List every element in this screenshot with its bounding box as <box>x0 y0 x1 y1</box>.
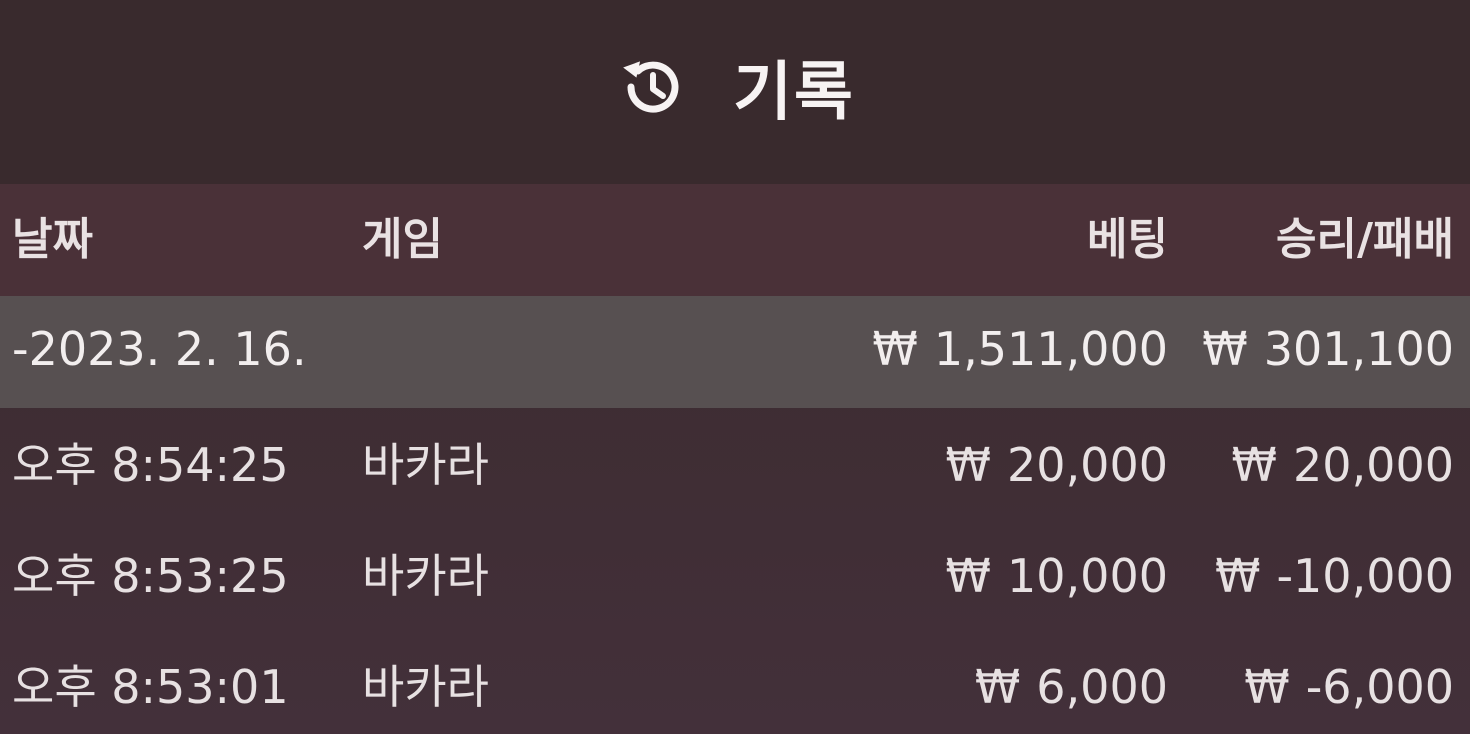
row-time: 오후 8:54:25 <box>12 438 289 492</box>
row-result: ₩ -6,000 <box>1244 664 1454 710</box>
row-result: ₩20,000 <box>1232 442 1454 488</box>
group-date: -2023. 2. 16. <box>12 322 307 376</box>
column-header-result: 승리/패배 <box>1276 214 1454 265</box>
row-bet-amount: 6,000 <box>1036 660 1168 714</box>
group-result-total: ₩301,100 <box>1202 326 1454 372</box>
row-bet: ₩20,000 <box>946 442 1168 488</box>
currency-symbol: ₩ <box>974 660 1021 714</box>
table-header: 날짜 게임 베팅 승리/패배 <box>0 184 1470 296</box>
table-row[interactable]: 오후 8:53:25 바카라 ₩10,000 ₩ -10,000 <box>0 553 1470 613</box>
currency-symbol: ₩ <box>1244 660 1290 714</box>
table-row[interactable]: 오후 8:53:01 바카라 ₩6,000 ₩ -6,000 <box>0 664 1470 724</box>
currency-symbol: ₩ <box>945 438 992 492</box>
row-bet: ₩6,000 <box>975 664 1168 710</box>
row-result-amount: -10,000 <box>1276 549 1454 603</box>
header-title-group: 기록 <box>615 41 855 133</box>
row-game: 바카라 <box>362 549 489 603</box>
group-bet-amount: 1,511,000 <box>933 322 1168 376</box>
currency-symbol: ₩ <box>1231 438 1278 492</box>
row-time: 오후 8:53:01 <box>12 660 289 714</box>
group-bet-total: ₩1,511,000 <box>872 326 1168 372</box>
row-result: ₩ -10,000 <box>1215 553 1454 599</box>
currency-symbol: ₩ <box>1202 322 1248 376</box>
date-group-row[interactable]: -2023. 2. 16. ₩1,511,000 ₩301,100 <box>0 296 1470 408</box>
row-game: 바카라 <box>362 660 489 714</box>
row-result-amount: -6,000 <box>1305 660 1454 714</box>
table-row[interactable]: 오후 8:54:25 바카라 ₩20,000 ₩20,000 <box>0 442 1470 502</box>
column-header-bet: 베팅 <box>1087 214 1168 265</box>
currency-symbol: ₩ <box>872 322 918 376</box>
row-bet-amount: 10,000 <box>1007 549 1168 603</box>
row-game: 바카라 <box>362 438 489 492</box>
currency-symbol: ₩ <box>1214 549 1261 603</box>
column-header-date: 날짜 <box>12 214 93 265</box>
history-icon <box>623 61 679 113</box>
page-title: 기록 <box>733 56 855 130</box>
row-time: 오후 8:53:25 <box>12 549 289 603</box>
column-header-game: 게임 <box>362 214 443 265</box>
row-bet-amount: 20,000 <box>1007 438 1168 492</box>
row-result-amount: 20,000 <box>1293 438 1454 492</box>
history-header: 기록 <box>0 0 1470 184</box>
currency-symbol: ₩ <box>945 549 992 603</box>
group-result-amount: 301,100 <box>1263 322 1454 376</box>
row-bet: ₩10,000 <box>946 553 1168 599</box>
history-screen: 기록 날짜 게임 베팅 승리/패배 -2023. 2. 16. ₩1,511,0… <box>0 0 1470 734</box>
